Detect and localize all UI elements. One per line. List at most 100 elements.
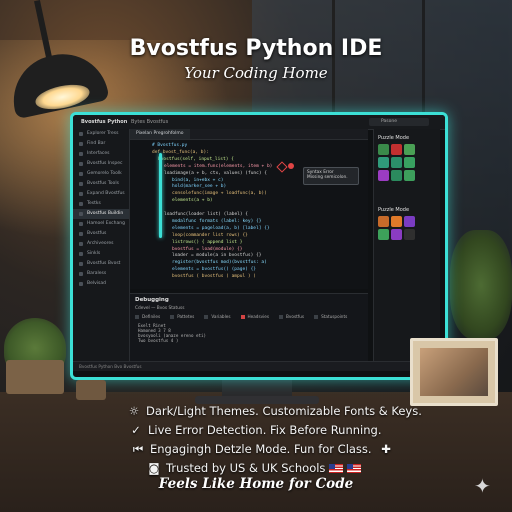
- feature-text: Live Error Detection. Fix Before Running…: [148, 423, 382, 437]
- debug-tab[interactable]: Definiles: [135, 314, 160, 319]
- pot-small: [76, 380, 106, 400]
- puzzle-block-icon[interactable]: [404, 157, 415, 168]
- debug-tab[interactable]: Pattetes: [170, 314, 194, 319]
- check-icon: ✓: [131, 423, 141, 437]
- puzzle-block-icon[interactable]: [391, 144, 402, 155]
- debug-tab[interactable]: Bvostfus: [279, 314, 304, 319]
- sidebar-item[interactable]: Bvostfus Inspec: [73, 159, 129, 169]
- page-title: Bvostfus Python IDE: [129, 36, 383, 61]
- feature-item: ☼ Dark/Light Themes. Customizable Fonts &…: [126, 404, 422, 418]
- feature-item: ◙ Trusted by US & UK Schools: [146, 461, 362, 475]
- ide-brand: Bvostfus Python: [81, 119, 128, 125]
- code-line: bvostfus(self, input_list) {: [158, 156, 234, 162]
- error-popup: Syntax Error Missing semicolon.: [303, 167, 359, 185]
- debug-subtitle: Cdevel — Bvos Statuss: [135, 306, 185, 311]
- puzzle-tiles-top: [374, 144, 440, 181]
- status-bar: Bvostfus Python Bvo Bvostfus: [73, 361, 445, 371]
- ide-menu[interactable]: Bytes Bvostfus: [131, 119, 168, 125]
- puzzle-block-icon[interactable]: [378, 229, 389, 240]
- puzzle-block-icon[interactable]: [391, 157, 402, 168]
- puzzle-block-icon[interactable]: [391, 170, 402, 181]
- puzzle-block-icon[interactable]: [378, 216, 389, 227]
- puzzle-block-icon[interactable]: [404, 216, 415, 227]
- code-line: loadimage(a + b, ctx, values) (func) {: [164, 170, 267, 176]
- code-line: loadfunc(loader list) (label) {: [164, 212, 248, 217]
- error-popup-message: Missing semicolon.: [307, 175, 348, 180]
- sparkle-icon: ✦: [474, 474, 491, 498]
- puzzle-panel: Puzzle Mode Puzzle Mode: [373, 129, 440, 361]
- editor-tabbar: Pixelan Pregrohfolmo: [130, 129, 368, 140]
- photo-frame: [410, 338, 498, 406]
- code-line: # Bvostfus.py: [152, 143, 188, 148]
- debug-title: Debugging: [135, 297, 169, 303]
- puzzle-block-icon[interactable]: [378, 157, 389, 168]
- code-line: bvostfus = load(module) {}: [172, 246, 243, 252]
- feature-text: Engagingh Detzle Mode. Fun for Class.: [150, 442, 372, 456]
- puzzle-piece-icon: ✚: [377, 442, 391, 456]
- pot-left: [6, 360, 64, 394]
- puzzle-block-icon[interactable]: [378, 170, 389, 181]
- sidebar-item[interactable]: Interfaces: [73, 149, 129, 159]
- sidebar-item[interactable]: Gemorelo Toolk: [73, 169, 129, 179]
- sidebar-item[interactable]: Baraless: [73, 269, 129, 279]
- puzzle-block-icon[interactable]: [391, 216, 402, 227]
- code-line: elements(a + b): [172, 198, 213, 204]
- puzzle-block-icon[interactable]: [378, 144, 389, 155]
- sidebar-item[interactable]: Belvisad: [73, 279, 129, 289]
- code-line: listrows() { append list }: [172, 239, 243, 245]
- puzzle-label-top: Puzzle Mode: [378, 135, 410, 141]
- sidebar-item[interactable]: Archiveores: [73, 239, 129, 249]
- debug-panel: Debugging Cdevel — Bvos Statuss Definile…: [130, 293, 368, 362]
- feature-text: Trusted by US & UK Schools: [166, 461, 326, 475]
- sun-icon: ☼: [128, 404, 140, 418]
- monitor-screen: Bvostfus Python Bytes Bvostfus Pasone Ex…: [70, 112, 448, 380]
- code-line: loader = module(a in bvostfus) {}: [172, 253, 262, 259]
- puzzle-tiles-bottom: [374, 216, 440, 240]
- code-line: elements = bvostfus() (page) {}: [172, 267, 256, 273]
- code-line: elements = item.func(elements, item + b): [164, 163, 273, 169]
- sidebar-item[interactable]: Bvostfus Bvost: [73, 259, 129, 269]
- debug-line: Two bvostfus 4 ): [138, 338, 179, 343]
- sidebar-item[interactable]: Bvostfus Buildin: [73, 209, 129, 219]
- error-marker-icon[interactable]: [288, 163, 294, 169]
- sidebar-item[interactable]: Sinkls: [73, 249, 129, 259]
- flag-icon: [347, 464, 362, 473]
- sidebar-item[interactable]: Bvostfus Tools: [73, 179, 129, 189]
- code-line: elements = pageload(a, b) [label] {}: [172, 225, 270, 231]
- page-subtitle: Your Coding Home: [184, 64, 328, 82]
- debug-tab[interactable]: Variables: [204, 314, 231, 319]
- code-line: loop(commander list rows) {}: [172, 232, 248, 238]
- sidebar-item[interactable]: Expand Bvostfus: [73, 189, 129, 199]
- puzzle-block-icon[interactable]: [404, 144, 415, 155]
- puzzle-block-icon[interactable]: [391, 229, 402, 240]
- sidebar-item[interactable]: Explorer Tress: [73, 129, 129, 139]
- sidebar-item[interactable]: Bvostfus: [73, 229, 129, 239]
- highlight-bar: [159, 153, 162, 238]
- shield-icon: ◙: [148, 461, 160, 475]
- debug-output: Exelt Rinet Hamoned 3 7 8 bvosyooli (ana…: [130, 323, 368, 343]
- puzzle-icon: ⏮: [132, 442, 144, 456]
- code-line: modalfunc formats (label: key) {}: [172, 218, 262, 224]
- code-line: register(bvostfus mod)(bvostfus: a): [172, 260, 267, 266]
- puzzle-label-bottom: Puzzle Mode: [378, 207, 410, 213]
- puzzle-block-icon[interactable]: [404, 229, 415, 240]
- plant-right: [450, 230, 512, 340]
- monitor-stand-base: [195, 396, 319, 404]
- code-line: bind(a, in+ebx + c): [172, 177, 224, 183]
- sidebar-item[interactable]: Testks: [73, 199, 129, 209]
- code-line: hold(marker_see + b): [172, 184, 227, 190]
- debug-tab[interactable]: Statuspoints: [314, 314, 347, 319]
- feature-text: Dark/Light Themes. Customizable Fonts & …: [146, 404, 422, 418]
- sidebar-item[interactable]: Find Bar: [73, 139, 129, 149]
- flag-icon: [329, 464, 344, 473]
- photo: [420, 348, 488, 396]
- debug-tabs: Definiles Pattetes Variables Headsvies Bvost…: [130, 314, 368, 319]
- code-line: consolefunc(image + loadfunc(a, b)): [172, 191, 267, 197]
- sidebar-item[interactable]: Hamoel Exchang: [73, 219, 129, 229]
- debug-tab[interactable]: Headsvies: [240, 314, 269, 319]
- search-input[interactable]: Pasone: [369, 118, 429, 126]
- tab-file[interactable]: Pixelan Pregrohfolmo: [130, 129, 190, 139]
- code-editor[interactable]: Pixelan Pregrohfolmo # Bvostfus.py def bv…: [130, 129, 368, 289]
- puzzle-block-icon[interactable]: [404, 170, 415, 181]
- sidebar: Explorer Tress Find Bar Interfaces Bvostfus…: [73, 129, 130, 361]
